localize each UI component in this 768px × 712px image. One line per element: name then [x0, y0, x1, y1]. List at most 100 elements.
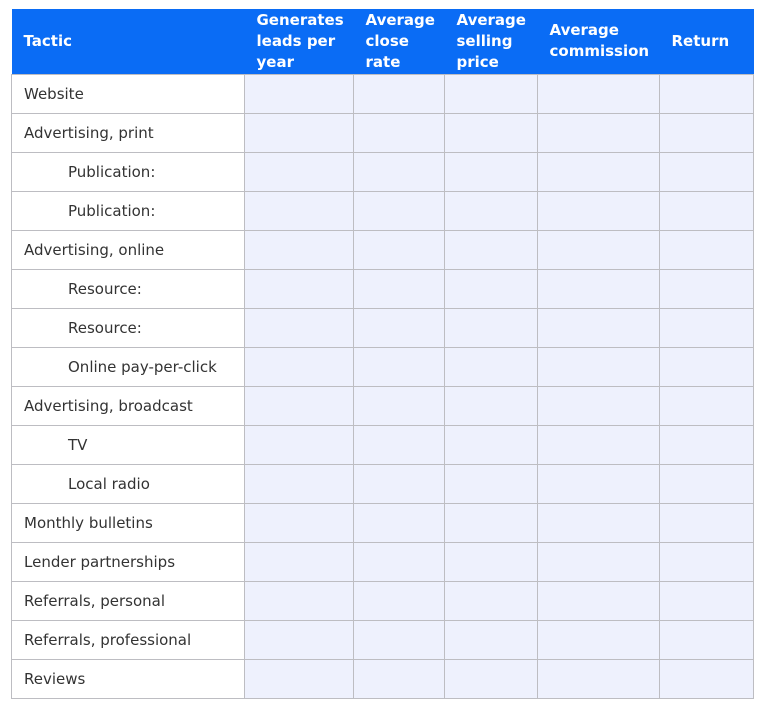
- selling-price-cell[interactable]: [444, 307, 538, 348]
- selling-price-cell[interactable]: [444, 73, 538, 114]
- tactic-label: Local radio: [11, 463, 245, 504]
- commission-cell[interactable]: [537, 580, 660, 621]
- selling-price-cell[interactable]: [444, 619, 538, 660]
- commission-cell[interactable]: [537, 346, 660, 387]
- table-row: Resource:: [11, 268, 754, 309]
- header-return: Return: [659, 9, 754, 74]
- leads-per-year-cell[interactable]: [244, 307, 354, 348]
- tactics-table: Tactic Generates leads per year Average …: [11, 9, 754, 699]
- tactic-label: Referrals, personal: [11, 580, 245, 621]
- return-cell[interactable]: [659, 658, 754, 699]
- leads-per-year-cell[interactable]: [244, 502, 354, 543]
- table-row: Resource:: [11, 307, 754, 348]
- close-rate-cell[interactable]: [353, 424, 445, 465]
- selling-price-cell[interactable]: [444, 229, 538, 270]
- leads-per-year-cell[interactable]: [244, 229, 354, 270]
- leads-per-year-cell[interactable]: [244, 190, 354, 231]
- selling-price-cell[interactable]: [444, 541, 538, 582]
- leads-per-year-cell[interactable]: [244, 541, 354, 582]
- tactic-label: Online pay-per-click: [11, 346, 245, 387]
- commission-cell[interactable]: [537, 658, 660, 699]
- selling-price-cell[interactable]: [444, 268, 538, 309]
- leads-per-year-cell[interactable]: [244, 112, 354, 153]
- commission-cell[interactable]: [537, 151, 660, 192]
- return-cell[interactable]: [659, 73, 754, 114]
- tactic-label: Publication:: [11, 151, 245, 192]
- return-cell[interactable]: [659, 424, 754, 465]
- commission-cell[interactable]: [537, 307, 660, 348]
- commission-cell[interactable]: [537, 619, 660, 660]
- leads-per-year-cell[interactable]: [244, 151, 354, 192]
- selling-price-cell[interactable]: [444, 502, 538, 543]
- commission-cell[interactable]: [537, 385, 660, 426]
- return-cell[interactable]: [659, 268, 754, 309]
- close-rate-cell[interactable]: [353, 463, 445, 504]
- leads-per-year-cell[interactable]: [244, 619, 354, 660]
- tactic-label: TV: [11, 424, 245, 465]
- return-cell[interactable]: [659, 112, 754, 153]
- close-rate-cell[interactable]: [353, 190, 445, 231]
- return-cell[interactable]: [659, 580, 754, 621]
- selling-price-cell[interactable]: [444, 151, 538, 192]
- commission-cell[interactable]: [537, 541, 660, 582]
- commission-cell[interactable]: [537, 112, 660, 153]
- tactic-label: Advertising, broadcast: [11, 385, 245, 426]
- selling-price-cell[interactable]: [444, 463, 538, 504]
- close-rate-cell[interactable]: [353, 346, 445, 387]
- leads-per-year-cell[interactable]: [244, 385, 354, 426]
- close-rate-cell[interactable]: [353, 385, 445, 426]
- selling-price-cell[interactable]: [444, 112, 538, 153]
- return-cell[interactable]: [659, 502, 754, 543]
- leads-per-year-cell[interactable]: [244, 268, 354, 309]
- commission-cell[interactable]: [537, 190, 660, 231]
- return-cell[interactable]: [659, 190, 754, 231]
- return-cell[interactable]: [659, 463, 754, 504]
- leads-per-year-cell[interactable]: [244, 658, 354, 699]
- header-row: Tactic Generates leads per year Average …: [11, 9, 754, 74]
- return-cell[interactable]: [659, 229, 754, 270]
- return-cell[interactable]: [659, 151, 754, 192]
- selling-price-cell[interactable]: [444, 580, 538, 621]
- commission-cell[interactable]: [537, 424, 660, 465]
- close-rate-cell[interactable]: [353, 658, 445, 699]
- return-cell[interactable]: [659, 346, 754, 387]
- header-commission: Average commission: [537, 9, 660, 74]
- close-rate-cell[interactable]: [353, 151, 445, 192]
- leads-per-year-cell[interactable]: [244, 346, 354, 387]
- commission-cell[interactable]: [537, 73, 660, 114]
- close-rate-cell[interactable]: [353, 112, 445, 153]
- commission-cell[interactable]: [537, 229, 660, 270]
- leads-per-year-cell[interactable]: [244, 463, 354, 504]
- tactic-label: Website: [11, 73, 245, 114]
- selling-price-cell[interactable]: [444, 346, 538, 387]
- table-row: Local radio: [11, 463, 754, 504]
- selling-price-cell[interactable]: [444, 424, 538, 465]
- return-cell[interactable]: [659, 541, 754, 582]
- selling-price-cell[interactable]: [444, 385, 538, 426]
- close-rate-cell[interactable]: [353, 229, 445, 270]
- tactic-label: Resource:: [11, 268, 245, 309]
- close-rate-cell[interactable]: [353, 619, 445, 660]
- leads-per-year-cell[interactable]: [244, 424, 354, 465]
- return-cell[interactable]: [659, 385, 754, 426]
- return-cell[interactable]: [659, 307, 754, 348]
- commission-cell[interactable]: [537, 463, 660, 504]
- tactic-label: Resource:: [11, 307, 245, 348]
- tactic-label: Referrals, professional: [11, 619, 245, 660]
- close-rate-cell[interactable]: [353, 502, 445, 543]
- selling-price-cell[interactable]: [444, 658, 538, 699]
- commission-cell[interactable]: [537, 502, 660, 543]
- tactic-label: Reviews: [11, 658, 245, 699]
- leads-per-year-cell[interactable]: [244, 580, 354, 621]
- close-rate-cell[interactable]: [353, 541, 445, 582]
- close-rate-cell[interactable]: [353, 580, 445, 621]
- commission-cell[interactable]: [537, 268, 660, 309]
- leads-per-year-cell[interactable]: [244, 73, 354, 114]
- table-row: Publication:: [11, 151, 754, 192]
- close-rate-cell[interactable]: [353, 73, 445, 114]
- close-rate-cell[interactable]: [353, 307, 445, 348]
- selling-price-cell[interactable]: [444, 190, 538, 231]
- table-row: Advertising, print: [11, 112, 754, 153]
- close-rate-cell[interactable]: [353, 268, 445, 309]
- return-cell[interactable]: [659, 619, 754, 660]
